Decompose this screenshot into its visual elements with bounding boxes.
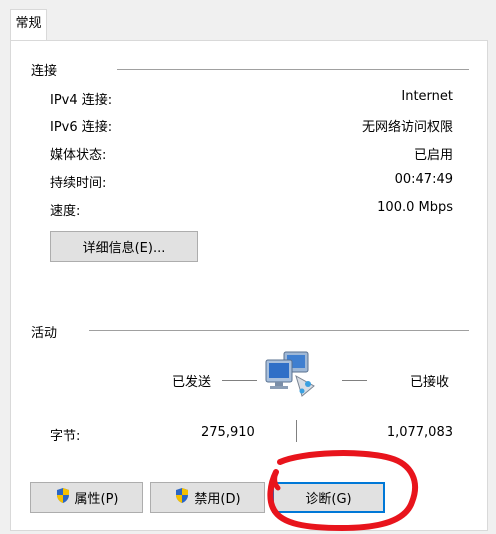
properties-button[interactable]: 属性(P): [30, 482, 143, 513]
ipv6-value: 无网络访问权限: [361, 120, 453, 135]
diagnose-button[interactable]: 诊断(G): [272, 482, 385, 513]
received-label: 已接收: [410, 375, 450, 390]
shield-icon: [55, 487, 71, 508]
ipv4-label: IPv4 连接:: [50, 93, 113, 108]
sent-dash: [222, 380, 257, 381]
media-state-label: 媒体状态:: [50, 148, 107, 163]
activity-divider: [89, 330, 469, 331]
details-button[interactable]: 详细信息(E)...: [50, 231, 198, 262]
shield-icon: [174, 487, 190, 508]
ipv6-label: IPv6 连接:: [50, 120, 113, 135]
network-computers-icon: [262, 350, 324, 402]
details-button-label: 详细信息(E)...: [82, 241, 166, 256]
bytes-received-value: 1,077,083: [386, 425, 453, 440]
speed-value: 100.0 Mbps: [377, 200, 453, 215]
duration-value: 00:47:49: [394, 172, 453, 187]
received-dash: [342, 380, 367, 381]
tab-strip: 常规: [0, 0, 496, 41]
bytes-sent-value: 275,910: [201, 425, 255, 440]
connection-divider: [117, 69, 469, 70]
bytes-separator: [296, 420, 297, 442]
activity-group-title: 活动: [31, 326, 58, 341]
diagnose-button-label: 诊断(G): [305, 492, 352, 507]
connection-group-title: 连接: [31, 64, 58, 79]
disable-button-label: 禁用(D): [194, 492, 241, 507]
duration-label: 持续时间:: [50, 176, 107, 191]
disable-button[interactable]: 禁用(D): [150, 482, 265, 513]
speed-label: 速度:: [50, 204, 81, 219]
ipv4-value: Internet: [401, 89, 453, 104]
media-state-value: 已启用: [413, 148, 453, 163]
sent-label: 已发送: [172, 375, 212, 390]
tab-general[interactable]: 常规: [10, 9, 47, 41]
properties-panel: [10, 40, 488, 531]
properties-button-label: 属性(P): [74, 492, 119, 507]
bytes-label: 字节:: [50, 429, 81, 444]
